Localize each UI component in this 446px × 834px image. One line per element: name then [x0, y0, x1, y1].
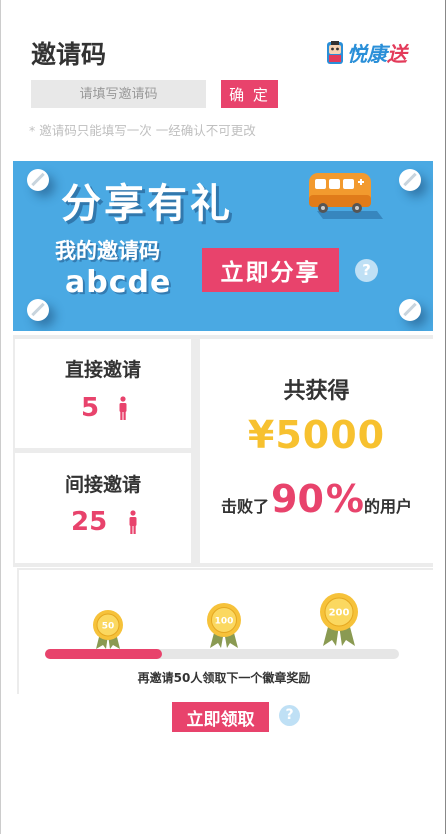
badge-icon-100: 100	[207, 603, 241, 648]
bus-icon	[309, 173, 383, 219]
share-banner: 分享有礼 我的邀请码 abcde 立即分享 ?	[13, 161, 433, 331]
claim-now-button[interactable]: 立即领取	[172, 702, 269, 732]
beat-suffix: 的用户	[363, 497, 412, 516]
badge-label-100: 100	[215, 617, 234, 627]
beat-users-row: 击败了 90 % 的用户	[200, 477, 433, 521]
share-now-button[interactable]: 立即分享	[202, 248, 339, 292]
help-icon[interactable]: ?	[279, 705, 300, 726]
badge-icon-50: 50	[93, 610, 123, 649]
indirect-invite-count: 25	[71, 507, 108, 537]
my-invite-code: abcde	[65, 265, 172, 300]
logo-text: 悦康送	[347, 38, 407, 67]
badge-icon-200: 200	[320, 593, 358, 646]
logo-text-blue: 悦康	[347, 42, 387, 66]
indirect-invite-label: 间接邀请	[64, 474, 141, 496]
badge-progress-fill	[45, 649, 162, 659]
direct-invite-card: 直接邀请 5	[15, 339, 191, 448]
total-amount: ¥5000	[247, 413, 386, 457]
pill-icon	[27, 299, 49, 321]
logo-mascot-icon	[327, 40, 343, 64]
confirm-button[interactable]: 确 定	[221, 80, 278, 108]
pill-icon	[399, 299, 421, 321]
beat-prefix: 击败了	[221, 497, 270, 516]
logo-text-red: 送	[387, 42, 407, 66]
app-logo: 悦康送	[325, 38, 407, 67]
page: 邀请码 悦康送 确 定 * 邀请码只能填写一次 一经确认不可更改	[0, 0, 446, 834]
badge-label-50: 50	[102, 622, 115, 632]
direct-invite-label: 直接邀请	[64, 359, 141, 381]
my-invite-code-label: 我的邀请码	[55, 239, 160, 263]
total-label: 共获得	[283, 379, 350, 404]
indirect-invite-card: 间接邀请 25	[15, 453, 191, 563]
direct-invite-count: 5	[81, 393, 100, 423]
page-title: 邀请码	[31, 40, 107, 69]
beat-percent-sign: %	[325, 477, 364, 521]
banner-title: 分享有礼	[61, 181, 233, 227]
pill-icon	[399, 169, 421, 191]
person-icon	[119, 396, 127, 420]
badge-label-200: 200	[329, 608, 350, 619]
badge-progress-note: 再邀请50人领取下一个徽章奖励	[137, 671, 311, 685]
help-icon[interactable]: ?	[355, 259, 378, 282]
invite-code-input[interactable]	[31, 80, 206, 108]
person-icon	[129, 510, 137, 534]
invite-note: * 邀请码只能填写一次 一经确认不可更改	[29, 123, 256, 138]
badge-progress-bar	[45, 649, 399, 659]
pill-icon	[27, 169, 49, 191]
total-reward-card: 共获得 ¥5000 击败了 90 % 的用户	[200, 339, 433, 563]
beat-percentage: 90	[271, 477, 324, 521]
